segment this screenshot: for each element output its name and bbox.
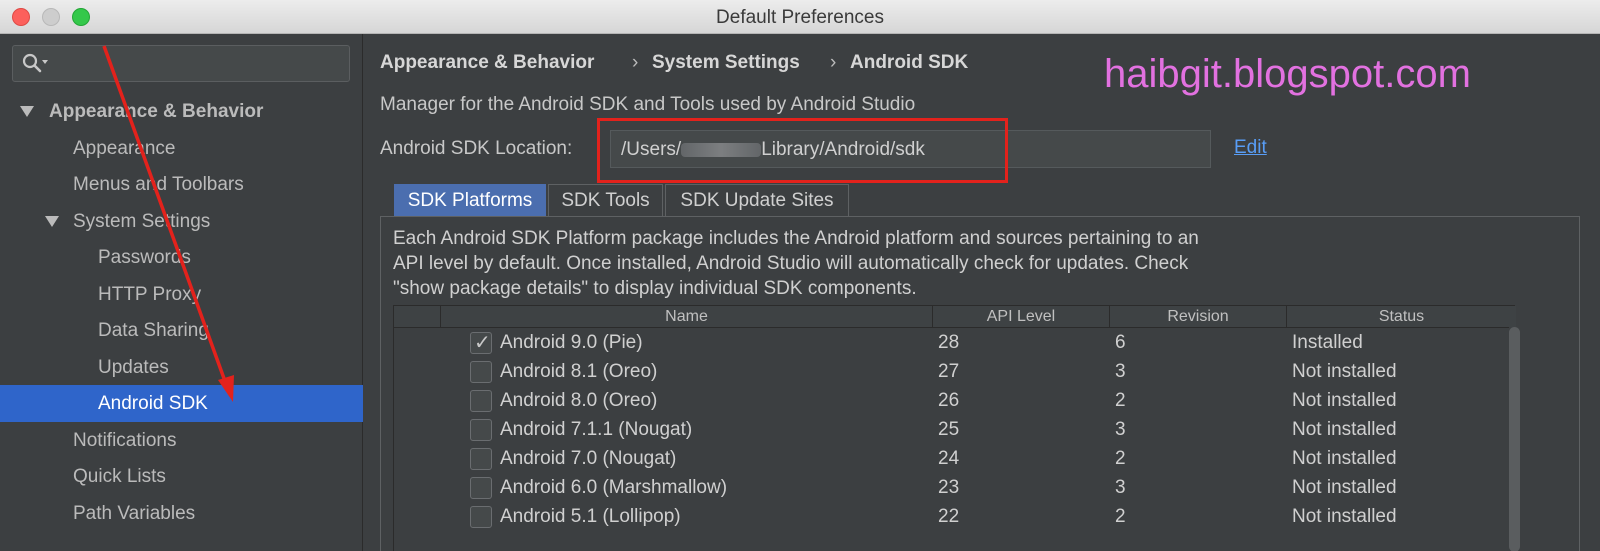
tab-sdk-tools[interactable]: SDK Tools (548, 184, 663, 216)
header-checkbox-column (394, 306, 440, 327)
sidebar-item-data-sharing[interactable]: Data Sharing (0, 312, 363, 349)
header-revision[interactable]: Revision (1109, 306, 1286, 327)
revision: 3 (1115, 361, 1126, 382)
sdk-platforms-table: Name API Level Revision Status Android 9… (393, 305, 1516, 551)
sdk-platforms-tabpanel: Each Android SDK Platform package includ… (380, 216, 1580, 551)
header-api-level[interactable]: API Level (932, 306, 1109, 327)
expand-arrow-icon[interactable] (45, 216, 59, 227)
api-level: 27 (938, 361, 960, 382)
sidebar-item-system-settings[interactable]: System Settings (0, 203, 363, 240)
table-row[interactable]: Android 6.0 (Marshmallow) 23 3 Not installe… (394, 473, 1516, 502)
sidebar-item-notifications[interactable]: Notifications (0, 422, 363, 459)
breadcrumb-separator: › (632, 52, 639, 73)
api-level: 24 (938, 448, 960, 469)
install-checkbox[interactable] (470, 448, 492, 470)
tab-sdk-update-sites[interactable]: SDK Update Sites (665, 184, 849, 216)
panel-description: Manager for the Android SDK and Tools us… (380, 94, 916, 115)
breadcrumb-system-settings[interactable]: System Settings (652, 52, 800, 74)
install-status: Not installed (1292, 390, 1397, 411)
install-checkbox[interactable] (470, 329, 492, 358)
install-checkbox[interactable] (470, 419, 492, 441)
sidebar-item-path-variables[interactable]: Path Variables (0, 495, 363, 532)
table-row[interactable]: Android 8.0 (Oreo) 26 2 Not installed (394, 386, 1516, 415)
search-input[interactable] (12, 45, 350, 82)
platform-name: Android 8.0 (Oreo) (500, 390, 658, 411)
api-level: 28 (938, 332, 960, 353)
api-level: 26 (938, 390, 960, 411)
sidebar-item-menus-toolbars[interactable]: Menus and Toolbars (0, 166, 363, 203)
revision: 3 (1115, 419, 1126, 440)
revision: 2 (1115, 390, 1126, 411)
table-scrollbar[interactable] (1509, 327, 1520, 551)
sidebar-item-quick-lists[interactable]: Quick Lists (0, 458, 363, 495)
table-row[interactable]: Android 7.1.1 (Nougat) 25 3 Not installed (394, 415, 1516, 444)
header-status[interactable]: Status (1286, 306, 1516, 327)
install-status: Not installed (1292, 419, 1397, 440)
install-status: Not installed (1292, 477, 1397, 498)
install-checkbox[interactable] (470, 390, 492, 412)
install-checkbox[interactable] (470, 361, 492, 383)
install-status: Not installed (1292, 506, 1397, 527)
install-checkbox[interactable] (470, 477, 492, 499)
platform-name: Android 6.0 (Marshmallow) (500, 477, 728, 498)
breadcrumb-separator: › (830, 52, 837, 73)
annotation-highlight-box (597, 118, 1008, 183)
panel-info-line-2: API level by default. Once installed, An… (393, 253, 1189, 274)
revision: 6 (1115, 332, 1126, 353)
header-name[interactable]: Name (440, 306, 932, 327)
android-sdk-panel: Appearance & Behavior › System Settings … (364, 34, 1600, 551)
table-row[interactable]: Android 7.0 (Nougat) 24 2 Not installed (394, 444, 1516, 473)
watermark-text: haibgit.blogspot.com (1104, 52, 1471, 96)
sidebar-item-http-proxy[interactable]: HTTP Proxy (0, 276, 363, 313)
sdk-location-label: Android SDK Location: (380, 138, 573, 159)
platform-name: Android 9.0 (Pie) (500, 332, 643, 353)
expand-arrow-icon[interactable] (20, 106, 34, 117)
sidebar-item-appearance[interactable]: Appearance (0, 130, 363, 167)
table-row[interactable]: Android 8.1 (Oreo) 27 3 Not installed (394, 357, 1516, 386)
title-bar: Default Preferences (0, 0, 1600, 34)
platform-name: Android 8.1 (Oreo) (500, 361, 658, 382)
revision: 3 (1115, 477, 1126, 498)
breadcrumb-appearance-behavior[interactable]: Appearance & Behavior (380, 52, 594, 74)
revision: 2 (1115, 448, 1126, 469)
install-status: Installed (1292, 332, 1363, 353)
panel-info-line-3: "show package details" to display indivi… (393, 278, 917, 299)
install-status: Not installed (1292, 361, 1397, 382)
api-level: 23 (938, 477, 960, 498)
tab-sdk-platforms[interactable]: SDK Platforms (394, 184, 546, 216)
edit-sdk-location-link[interactable]: Edit (1234, 137, 1267, 159)
platform-name: Android 5.1 (Lollipop) (500, 506, 681, 527)
sidebar-item-updates[interactable]: Updates (0, 349, 363, 386)
settings-sidebar: Appearance & Behavior Appearance Menus a… (0, 34, 363, 551)
search-icon (22, 53, 48, 73)
scrollbar-thumb[interactable] (1509, 327, 1520, 551)
platform-name: Android 7.1.1 (Nougat) (500, 419, 693, 440)
install-checkbox[interactable] (470, 506, 492, 528)
table-row[interactable]: Android 5.1 (Lollipop) 22 2 Not installed (394, 502, 1516, 531)
sidebar-item-appearance-behavior[interactable]: Appearance & Behavior (0, 93, 363, 130)
window-title: Default Preferences (716, 7, 884, 28)
breadcrumb-android-sdk: Android SDK (850, 52, 969, 73)
table-header: Name API Level Revision Status (394, 306, 1516, 328)
table-row[interactable]: Android 9.0 (Pie) 28 6 Installed (394, 328, 1516, 358)
install-status: Not installed (1292, 448, 1397, 469)
platform-name: Android 7.0 (Nougat) (500, 448, 677, 469)
panel-info-line-1: Each Android SDK Platform package includ… (393, 228, 1199, 249)
api-level: 25 (938, 419, 960, 440)
sidebar-item-android-sdk[interactable]: Android SDK (0, 385, 363, 422)
sidebar-item-passwords[interactable]: Passwords (0, 239, 363, 276)
preferences-window: Default Preferences Appearance & Behavio… (0, 0, 1600, 551)
revision: 2 (1115, 506, 1126, 527)
api-level: 22 (938, 506, 960, 527)
